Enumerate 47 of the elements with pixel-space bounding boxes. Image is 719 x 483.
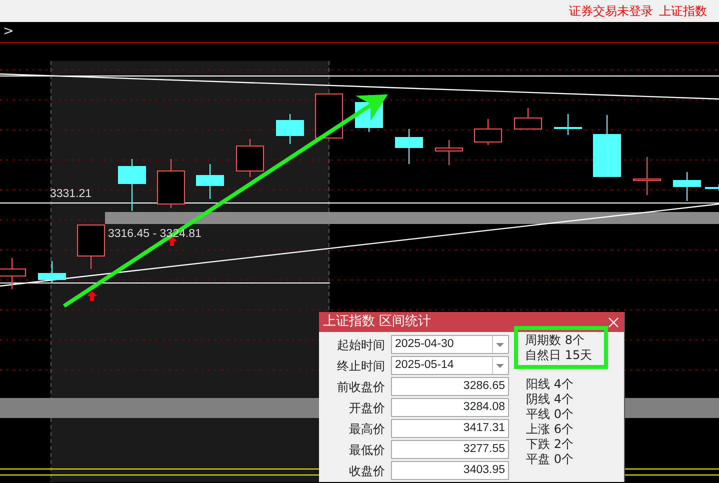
field-label: 前收盘价 xyxy=(336,378,385,396)
stat-text: 上涨 6个 xyxy=(526,422,574,437)
field-label: 终止时间 xyxy=(336,358,385,374)
candlestick xyxy=(315,94,343,138)
stat-text: 平盘 0个 xyxy=(526,452,574,467)
date-dropdown[interactable]: 2025-05-14 xyxy=(391,356,509,375)
candlestick xyxy=(673,172,701,202)
dialog-title: 上证指数 区间统计 xyxy=(323,313,432,332)
candlestick xyxy=(554,114,582,136)
candlestick xyxy=(196,164,224,200)
candlestick xyxy=(38,260,66,284)
index-name: 上证指数 xyxy=(659,3,707,20)
breadcrumb-arrow[interactable]: > xyxy=(3,22,14,42)
stat-text: 阳线 4个 xyxy=(526,377,574,392)
value-field[interactable]: 3417.31 xyxy=(391,419,509,438)
candlestick xyxy=(395,128,423,164)
candlestick xyxy=(77,224,105,270)
field-label: 起始时间 xyxy=(336,336,385,354)
stat-text: 阴线 4个 xyxy=(526,392,574,407)
candlestick xyxy=(0,258,26,290)
candlestick xyxy=(118,158,146,212)
stat-text: 周期数 8个 xyxy=(525,333,586,348)
stat-text: 平线 0个 xyxy=(526,407,574,422)
field-label: 最低价 xyxy=(348,442,385,458)
candlestick xyxy=(705,184,719,192)
close-icon[interactable] xyxy=(608,316,619,328)
field-label: 开盘价 xyxy=(348,400,385,416)
candlestick xyxy=(157,158,185,208)
marker-arrow-icon xyxy=(87,291,97,301)
candlestick xyxy=(593,114,621,178)
candlestick xyxy=(514,108,542,130)
stat-text: 下跌 2个 xyxy=(526,437,574,452)
date-dropdown[interactable]: 2025-04-30 xyxy=(391,335,509,354)
stat-text: 自然日 15天 xyxy=(525,348,594,363)
candlestick xyxy=(276,114,304,144)
value-field[interactable]: 3286.65 xyxy=(391,377,509,396)
value-field[interactable]: 3284.08 xyxy=(391,398,509,417)
field-label: 最高价 xyxy=(348,420,385,438)
value-field[interactable]: 3403.95 xyxy=(391,461,509,480)
value-field[interactable]: 3277.55 xyxy=(391,440,509,459)
candlestick xyxy=(633,156,661,196)
candlestick xyxy=(236,138,264,178)
price-label: 3331.21 xyxy=(50,189,92,200)
candlestick xyxy=(474,118,502,146)
field-label: 收盘价 xyxy=(348,462,385,480)
login-status[interactable]: 证券交易未登录 xyxy=(569,2,653,20)
candlestick xyxy=(435,140,463,166)
